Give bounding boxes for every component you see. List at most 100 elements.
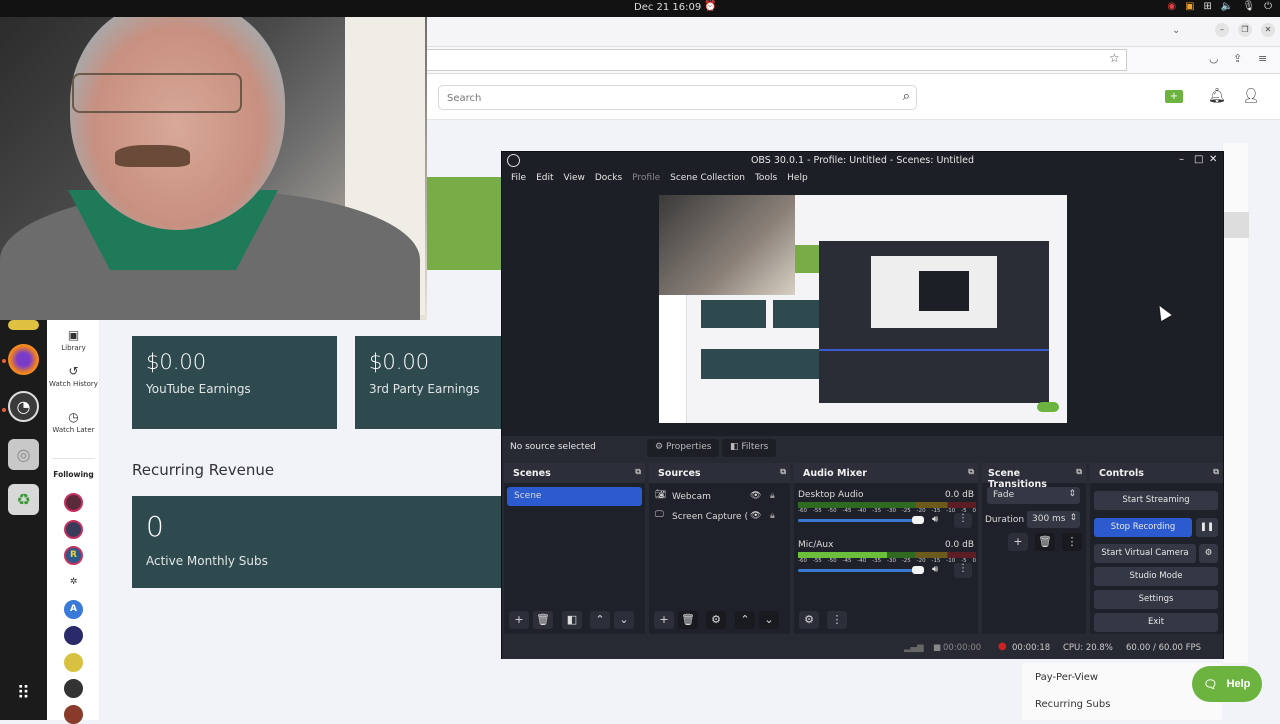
following-avatar[interactable] — [64, 705, 83, 724]
show-apps-grid-icon[interactable]: ⠿ — [8, 678, 39, 709]
close-button[interactable]: ✕ — [1261, 23, 1275, 37]
menu-tools[interactable]: Tools — [755, 173, 777, 188]
remove-source-icon[interactable]: 🗑︎ — [678, 611, 698, 629]
move-scene-up-icon[interactable]: ⌃ — [590, 611, 610, 629]
create-video-icon[interactable]: + — [1165, 90, 1183, 103]
slider-knob[interactable] — [912, 516, 924, 524]
undock-icon[interactable]: ⧉ — [1213, 467, 1219, 477]
address-field[interactable] — [427, 49, 1127, 71]
menu-edit[interactable]: Edit — [536, 173, 553, 188]
undock-icon[interactable]: ⧉ — [968, 467, 974, 477]
visibility-eye-icon[interactable]: 👁︎ — [750, 491, 761, 501]
scene-filters-icon[interactable]: ◧ — [562, 611, 582, 629]
volume-slider[interactable] — [798, 516, 924, 524]
source-item-webcam[interactable]: 📷︎ Webcam 👁︎ 🔒︎ — [655, 490, 787, 506]
move-source-down-icon[interactable]: ⌄ — [759, 611, 779, 629]
obs-preview[interactable] — [502, 188, 1223, 436]
help-button[interactable]: 🗨︎ Help — [1192, 666, 1262, 702]
following-avatar[interactable]: ✲ — [64, 573, 83, 592]
obs-recording-icon[interactable]: ◉ — [1167, 1, 1176, 12]
following-avatar[interactable]: R — [64, 546, 83, 565]
account-icon[interactable]: 👤︎ — [1242, 88, 1260, 104]
source-item-screen-capture[interactable]: 🖵 Screen Capture (Pi 👁︎ 🔒︎ — [655, 510, 787, 526]
following-avatar[interactable] — [64, 626, 83, 645]
following-avatar[interactable] — [64, 520, 83, 539]
minimize-button[interactable]: – — [1215, 23, 1229, 37]
move-scene-down-icon[interactable]: ⌄ — [614, 611, 634, 629]
volume-icon[interactable]: 🔈 — [1221, 1, 1233, 12]
following-avatar[interactable] — [64, 493, 83, 512]
files-app-icon[interactable] — [8, 320, 39, 330]
remove-scene-icon[interactable]: 🗑︎ — [533, 611, 553, 629]
properties-button[interactable]: ⚙ Properties — [647, 439, 720, 457]
obs-app-icon[interactable]: ◔ — [8, 391, 39, 422]
volume-slider[interactable] — [798, 566, 924, 574]
mic-icon[interactable]: 🎙 — [1242, 1, 1255, 12]
network-icon[interactable]: ⊞ — [1204, 1, 1212, 12]
following-avatar[interactable]: A — [64, 600, 83, 619]
filters-button[interactable]: ◧ Filters — [722, 439, 777, 457]
search-box[interactable]: ⌕ — [438, 85, 917, 110]
disk-app-icon[interactable]: ◎ — [8, 439, 39, 470]
menu-view[interactable]: View — [564, 173, 585, 188]
mixer-menu-icon[interactable]: ⋮ — [827, 611, 847, 629]
app-menu-icon[interactable]: ≡ — [1258, 52, 1267, 65]
stop-recording-button[interactable]: Stop Recording — [1094, 518, 1192, 537]
maximize-button[interactable]: □ — [1194, 154, 1203, 165]
transition-menu-icon[interactable]: ⋮ — [1062, 533, 1082, 551]
start-streaming-button[interactable]: Start Streaming — [1094, 491, 1218, 510]
bookmark-star-icon[interactable]: ☆ — [1109, 51, 1120, 65]
notifications-icon[interactable]: 🔔︎ — [1208, 88, 1226, 104]
pocket-icon[interactable]: ◡ — [1209, 52, 1219, 65]
virtual-camera-settings-gear-icon[interactable]: ⚙ — [1199, 544, 1218, 563]
channel-menu-icon[interactable]: ⋮ — [954, 513, 972, 528]
undock-icon[interactable]: ⧉ — [1076, 467, 1082, 477]
menu-item-recurring-subs[interactable]: Recurring Subs — [1035, 699, 1110, 710]
selected-row[interactable] — [1223, 212, 1249, 238]
undock-icon[interactable]: ⧉ — [780, 467, 786, 477]
remove-transition-icon[interactable]: 🗑︎ — [1035, 533, 1055, 551]
slider-knob[interactable] — [912, 566, 924, 574]
source-properties-gear-icon[interactable]: ⚙ — [706, 611, 726, 629]
visibility-eye-icon[interactable]: 👁︎ — [750, 511, 761, 521]
sidebar-item-history[interactable]: ↺ Watch History — [47, 364, 100, 388]
system-tray[interactable]: ◉ ▣ ⊞ 🔈 🎙 ⏻ — [1167, 1, 1272, 12]
add-source-button[interactable]: + — [654, 611, 674, 629]
sidebar-item-watch-later[interactable]: ◷ Watch Later — [47, 410, 100, 434]
exit-button[interactable]: Exit — [1094, 613, 1218, 632]
pause-recording-icon[interactable]: ❚❚ — [1196, 518, 1218, 537]
close-button[interactable]: ✕ — [1209, 154, 1217, 165]
power-icon[interactable]: ⏻ — [1264, 1, 1272, 12]
trash-app-icon[interactable]: ♻ — [8, 484, 39, 515]
speaker-icon[interactable]: 🔊︎ — [932, 514, 938, 525]
obs-titlebar[interactable]: OBS 30.0.1 - Profile: Untitled - Scenes:… — [502, 152, 1223, 170]
following-avatar[interactable] — [64, 679, 83, 698]
minimize-button[interactable]: – — [1179, 154, 1184, 165]
search-icon[interactable]: ⌕ — [903, 89, 910, 104]
start-virtual-camera-button[interactable]: Start Virtual Camera — [1094, 544, 1196, 563]
undock-icon[interactable]: ⧉ — [635, 467, 641, 477]
advanced-audio-properties-icon[interactable]: ⚙ — [799, 611, 819, 629]
studio-mode-button[interactable]: Studio Mode — [1094, 567, 1218, 586]
restore-button[interactable]: ❐ — [1238, 23, 1252, 37]
firefox-app-icon[interactable] — [8, 344, 39, 375]
menu-docks[interactable]: Docks — [595, 173, 622, 188]
extensions-icon[interactable]: ⇪ — [1233, 52, 1242, 65]
clock[interactable]: Dec 21 16:09 — [634, 2, 701, 13]
menu-file[interactable]: File — [511, 173, 526, 188]
add-transition-button[interactable]: + — [1008, 533, 1028, 551]
menu-help[interactable]: Help — [787, 173, 808, 188]
lock-icon[interactable]: 🔒︎ — [770, 491, 775, 501]
menu-item-pay-per-view[interactable]: Pay-Per-View — [1035, 672, 1098, 683]
following-avatar[interactable] — [64, 653, 83, 672]
duration-spinbox[interactable]: 300 ms ⇕ — [1027, 511, 1080, 528]
scene-item[interactable]: Scene — [507, 487, 642, 506]
channel-menu-icon[interactable]: ⋮ — [954, 563, 972, 578]
move-source-up-icon[interactable]: ⌃ — [735, 611, 755, 629]
lock-icon[interactable]: 🔒︎ — [770, 511, 775, 521]
sidebar-item-library[interactable]: ▣ Library — [47, 328, 100, 352]
settings-button[interactable]: Settings — [1094, 590, 1218, 609]
menu-scene-collection[interactable]: Scene Collection — [670, 173, 745, 188]
transition-select[interactable]: Fade ⇕ — [987, 487, 1080, 504]
search-input[interactable] — [439, 87, 879, 110]
